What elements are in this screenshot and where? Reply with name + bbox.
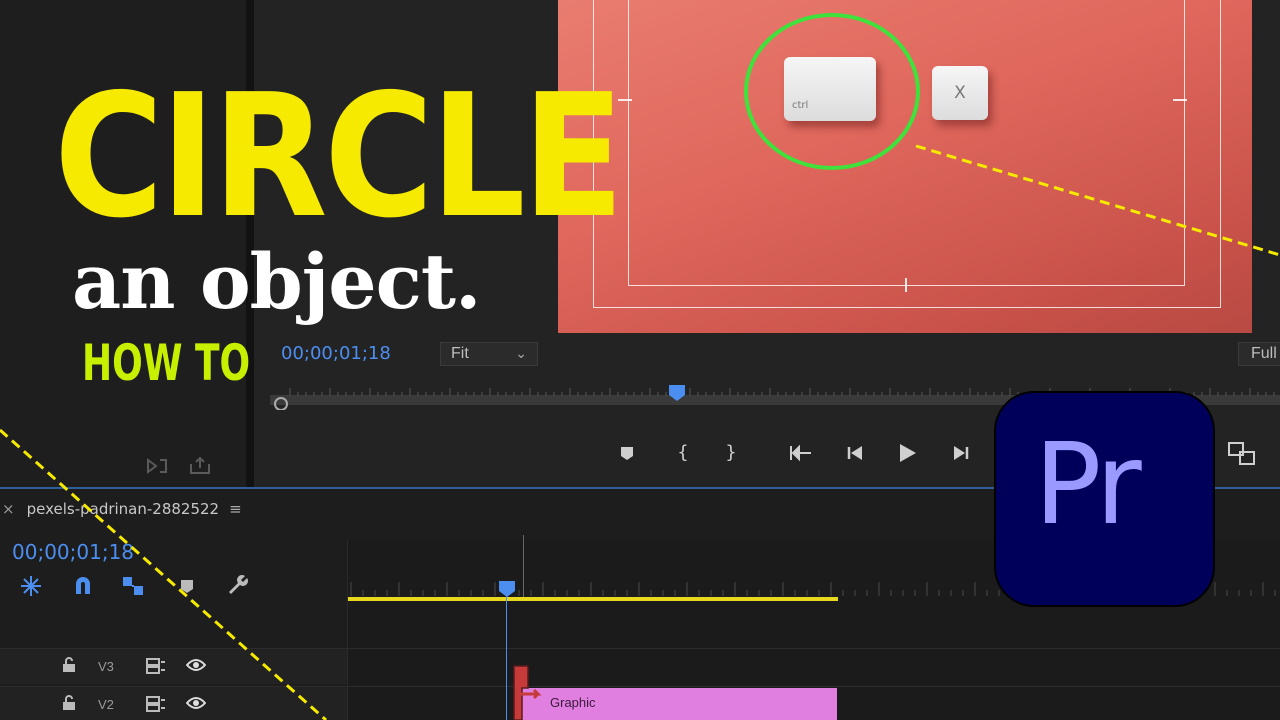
monitor-playhead[interactable]	[668, 384, 686, 402]
monitor-timecode[interactable]: 00;00;01;18	[281, 343, 391, 364]
title-sub: an object.	[72, 237, 481, 326]
clip-label: Graphic	[550, 695, 596, 710]
zoom-level-select[interactable]: Fit ⌄	[440, 342, 538, 366]
wrench-icon[interactable]	[226, 574, 252, 600]
chevron-down-icon: ⌄	[515, 345, 527, 361]
title-howto: HOW TO	[82, 334, 251, 392]
title-safe-guide	[628, 0, 1185, 286]
add-marker-icon[interactable]	[614, 440, 640, 466]
ghost-playhead	[523, 535, 524, 600]
mark-out-icon[interactable]: }	[718, 440, 744, 466]
video-preview[interactable]: ctrl X	[558, 0, 1252, 333]
guide-tick	[905, 278, 907, 292]
eye-icon[interactable]	[186, 696, 206, 710]
step-forward-icon[interactable]	[948, 440, 974, 466]
sync-lock-icon[interactable]	[146, 657, 166, 675]
sequence-name: pexels-padrinan-2882522	[26, 500, 220, 518]
go-to-in-icon[interactable]	[788, 440, 814, 466]
timeline-playhead[interactable]	[498, 580, 516, 598]
work-area-bar[interactable]	[348, 597, 838, 601]
step-back-icon[interactable]	[842, 440, 868, 466]
zoom-level-value: Fit	[451, 345, 469, 362]
sync-lock-icon[interactable]	[146, 695, 166, 713]
track-headers: V3 V2	[0, 648, 347, 720]
title-main: CIRCLE	[54, 58, 624, 256]
resolution-value: Full	[1251, 345, 1277, 362]
export-frame-icon[interactable]	[188, 456, 212, 476]
close-icon[interactable]: ×	[2, 500, 15, 518]
keyboard-key-x: X	[932, 66, 988, 120]
linked-selection-icon[interactable]	[120, 574, 146, 600]
premiere-pro-logo: Pr	[994, 391, 1215, 607]
mark-in-icon[interactable]: {	[670, 440, 696, 466]
resolution-select[interactable]: Full	[1238, 342, 1280, 366]
trim-handle-icon[interactable]	[508, 664, 552, 720]
play-icon[interactable]	[894, 440, 920, 466]
add-marker-icon[interactable]	[174, 574, 200, 600]
sequence-tab[interactable]: × pexels-padrinan-2882522 ≡	[0, 500, 242, 518]
track-lane-v3[interactable]	[347, 648, 1280, 684]
highlight-circle	[744, 13, 920, 170]
timeline-timecode[interactable]: 00;00;01;18	[12, 540, 134, 564]
snap-magnet-icon[interactable]	[70, 574, 96, 600]
insert-icon[interactable]	[146, 456, 170, 476]
track-header-v2[interactable]: V2	[0, 686, 347, 720]
eye-icon[interactable]	[186, 658, 206, 672]
track-header-v3[interactable]: V3	[0, 648, 347, 684]
guide-tick	[1173, 99, 1187, 101]
lock-icon[interactable]	[62, 695, 76, 711]
graphic-clip[interactable]: Graphic	[520, 688, 837, 720]
panel-menu-icon[interactable]: ≡	[229, 500, 242, 518]
track-name: V3	[98, 659, 114, 674]
timeline-playhead-line	[506, 590, 507, 720]
track-name: V2	[98, 697, 114, 712]
logo-text: Pr	[1034, 420, 1142, 550]
lock-icon[interactable]	[62, 657, 76, 673]
multi-camera-icon[interactable]	[1228, 440, 1255, 466]
nest-sequence-icon[interactable]	[18, 574, 44, 600]
